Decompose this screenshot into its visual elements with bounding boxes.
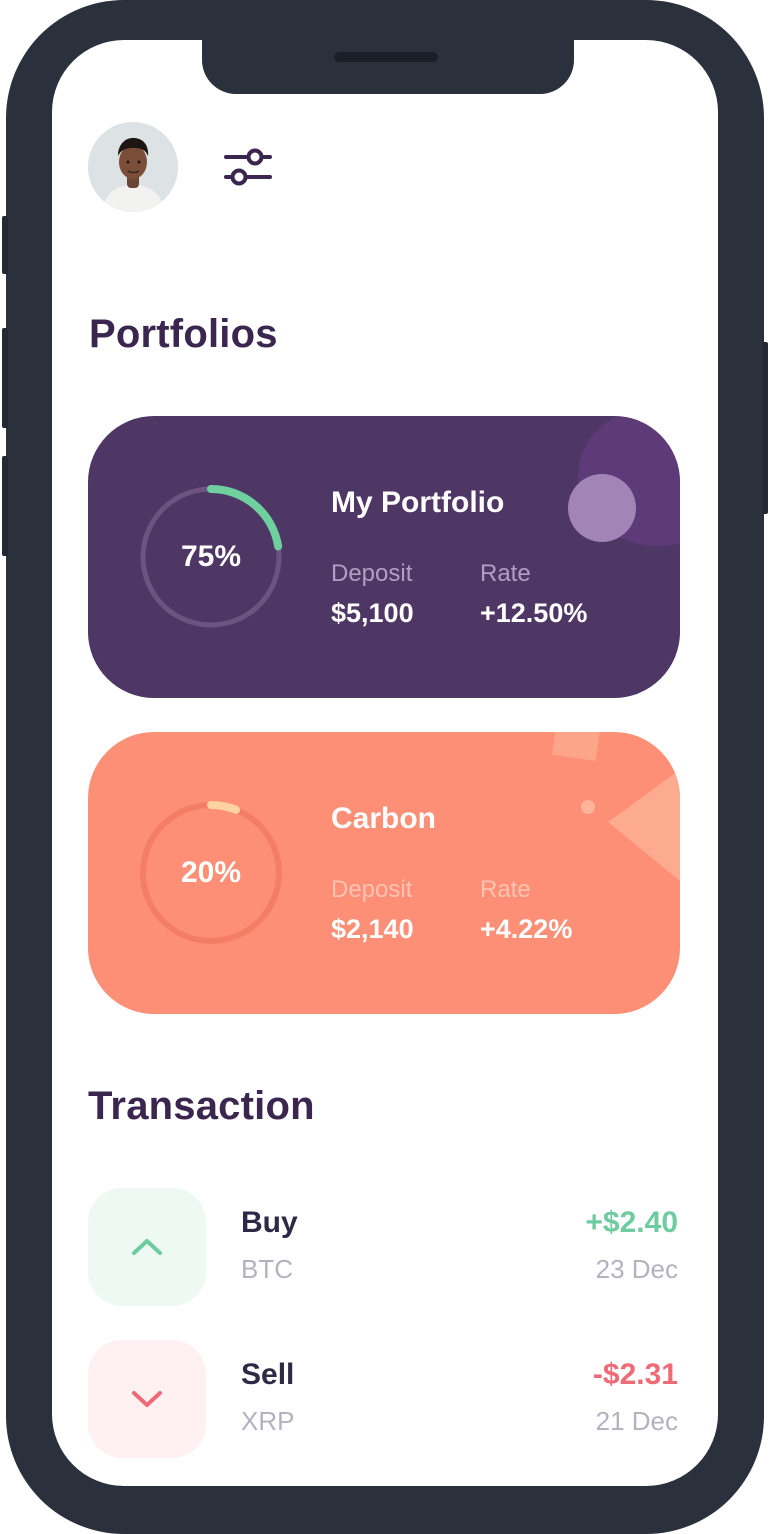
rate-value: +4.22% <box>480 914 573 944</box>
transaction-amount: -$2.31 <box>592 1358 678 1391</box>
transaction-coin: XRP <box>241 1406 295 1436</box>
transaction-row-sell[interactable]: Sell XRP -$2.31 21 Dec <box>88 1340 680 1460</box>
portfolios-title: Portfolios <box>89 312 278 356</box>
rate-value: +12.50% <box>480 598 588 628</box>
phone-volume-up-button <box>2 328 8 428</box>
transaction-amount: +$2.40 <box>585 1206 678 1239</box>
transaction-type: Sell <box>241 1358 295 1391</box>
deposit-value: $5,100 <box>331 598 414 628</box>
portfolio-name: Carbon <box>331 802 436 835</box>
deposit-label: Deposit <box>331 876 413 903</box>
transaction-date: 21 Dec <box>595 1406 678 1436</box>
portfolio-card-carbon[interactable]: 20% Carbon Deposit Rate $2,140 +4.22% <box>88 732 680 1014</box>
phone-notch <box>202 40 574 94</box>
transaction-date: 23 Dec <box>595 1254 678 1284</box>
phone-side-button <box>2 216 8 274</box>
transaction-coin: BTC <box>241 1254 293 1284</box>
portfolio-card-my-portfolio[interactable]: 75% My Portfolio Deposit Rate $5,100 +12… <box>88 416 680 698</box>
sliders-icon[interactable] <box>224 146 274 188</box>
rate-label: Rate <box>480 560 531 587</box>
transaction-type: Buy <box>241 1206 298 1239</box>
phone-power-button <box>762 342 768 514</box>
rate-label: Rate <box>480 876 531 903</box>
deposit-value: $2,140 <box>331 914 414 944</box>
phone-volume-down-button <box>2 456 8 556</box>
card-decoration-dot <box>581 800 595 814</box>
portfolio-name: My Portfolio <box>331 486 505 519</box>
progress-percent: 75% <box>180 540 242 573</box>
avatar[interactable] <box>88 122 178 212</box>
transaction-icon-box <box>88 1340 206 1458</box>
card-decoration-triangle <box>608 762 680 912</box>
deposit-label: Deposit <box>331 560 413 587</box>
transaction-icon-box <box>88 1188 206 1306</box>
chevron-down-icon <box>132 1391 162 1407</box>
transaction-row-buy[interactable]: Buy BTC +$2.40 23 Dec <box>88 1188 680 1308</box>
chevron-up-icon <box>132 1239 162 1255</box>
progress-percent: 20% <box>180 856 242 889</box>
transaction-title: Transaction <box>88 1084 315 1128</box>
user-avatar-photo-icon <box>88 122 178 212</box>
phone-speaker <box>334 52 438 62</box>
card-decoration-dot <box>568 474 636 542</box>
card-decoration-square <box>552 732 600 761</box>
